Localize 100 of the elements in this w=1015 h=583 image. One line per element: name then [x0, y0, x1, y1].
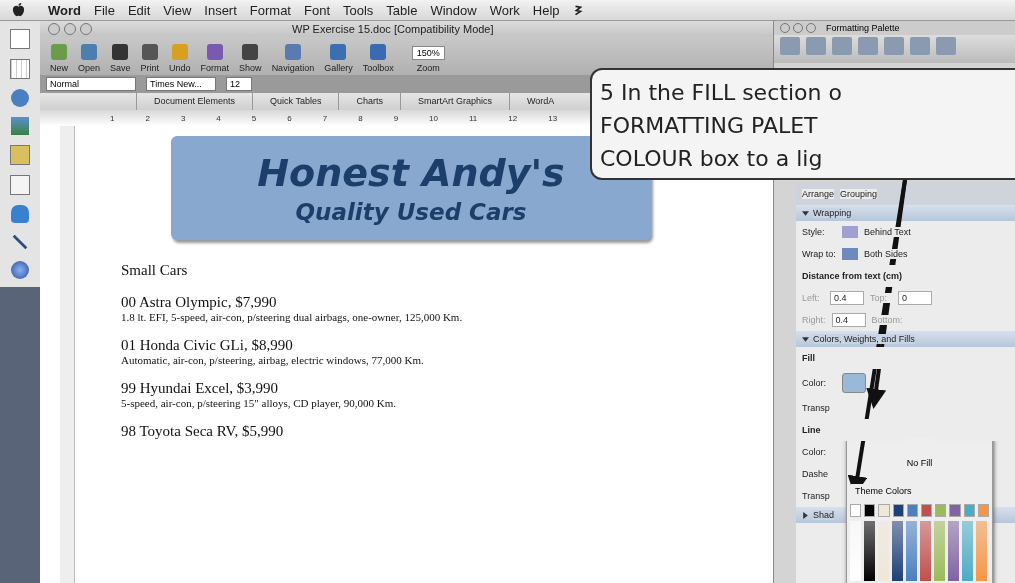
zoom-field[interactable]: 150%	[411, 46, 445, 60]
color-swatch[interactable]	[892, 504, 904, 517]
zoom-button[interactable]	[806, 23, 816, 33]
select-tool-icon[interactable]	[10, 29, 30, 49]
toolbar-button[interactable]: Open	[76, 44, 103, 73]
ruler-number: 1	[110, 113, 115, 123]
menu-item[interactable]: Insert	[204, 2, 237, 18]
menu-item[interactable]: Format	[249, 2, 291, 18]
fill-color-button[interactable]	[842, 373, 866, 393]
color-shade-column[interactable]	[934, 521, 945, 581]
grid-tool-icon[interactable]	[10, 59, 30, 79]
color-swatch[interactable]	[963, 504, 975, 517]
dashes-label: Dashe	[802, 469, 828, 479]
section-header[interactable]: Colors, Weights, and Fills	[796, 331, 1015, 347]
color-swatch[interactable]	[949, 504, 961, 517]
color-shade-column[interactable]	[906, 521, 917, 581]
picture-tool-icon[interactable]	[11, 117, 29, 135]
minimize-button[interactable]	[793, 23, 803, 33]
apple-icon[interactable]	[12, 2, 25, 18]
top-field[interactable]: 0	[898, 291, 932, 305]
color-shade-column[interactable]	[920, 521, 931, 581]
arrange-label[interactable]: Arrange	[802, 189, 835, 199]
textbox-tool-icon[interactable]	[10, 175, 30, 195]
line-tool-icon[interactable]	[11, 233, 29, 251]
banner-subtitle: Quality Used Cars	[295, 199, 527, 225]
toolbar-button[interactable]: Save	[108, 44, 133, 73]
wrap-to-value[interactable]: Both Sides	[864, 249, 908, 259]
menu-item[interactable]: Help	[532, 2, 560, 18]
listing-title: 99 Hyundai Excel, $3,990	[121, 380, 280, 397]
ruler-number: 13	[548, 113, 558, 123]
color-swatch[interactable]	[921, 504, 933, 517]
wrap-style-value[interactable]: Behind Text	[864, 227, 911, 237]
color-shade-column[interactable]	[948, 521, 959, 581]
toolbar-button[interactable]: Show	[237, 44, 264, 73]
right-field[interactable]: 0.4	[831, 313, 866, 327]
menu-item[interactable]: View	[163, 2, 192, 18]
toolbar-icon	[206, 44, 223, 60]
color-swatch[interactable]	[935, 504, 947, 517]
color-swatch[interactable]	[864, 504, 876, 517]
color-shade-column[interactable]	[864, 521, 875, 581]
style-dropdown[interactable]: Normal	[46, 77, 136, 91]
toolbar-button[interactable]: Gallery	[322, 44, 355, 73]
sphere-tool-icon[interactable]	[11, 261, 29, 279]
menu-item[interactable]: Word	[48, 2, 81, 18]
menu-item[interactable]: Window	[430, 2, 477, 18]
toolbar-button[interactable]: Toolbox	[360, 44, 396, 73]
line-color-label: Color:	[802, 447, 826, 457]
minimize-button[interactable]	[64, 23, 76, 35]
wrap-sides-icon	[842, 248, 858, 260]
menu-item[interactable]: Tools	[343, 2, 374, 18]
close-button[interactable]	[48, 23, 60, 35]
ruler-number: 12	[508, 113, 518, 123]
toolbar-button[interactable]: Undo	[167, 44, 193, 73]
color-swatch[interactable]	[977, 504, 990, 517]
table-tool-icon[interactable]	[10, 145, 30, 165]
circle-tool-icon[interactable]	[11, 89, 29, 107]
ruler-number: 7	[322, 113, 328, 123]
font-dropdown[interactable]: Times New...	[146, 77, 216, 91]
color-swatch[interactable]	[878, 504, 890, 517]
toolbar-icon	[51, 44, 67, 60]
toolbar-button[interactable]: New	[48, 44, 70, 73]
left-field[interactable]: 0.4	[830, 291, 864, 305]
color-swatch[interactable]	[906, 504, 918, 517]
color-shade-column[interactable]	[976, 521, 987, 581]
toolbar-button[interactable]: Navigation	[269, 44, 317, 73]
line-label: Line	[802, 425, 821, 435]
color-swatch[interactable]	[850, 504, 862, 517]
zoom-button[interactable]	[80, 23, 92, 35]
banner-title: Honest Andy's	[257, 151, 565, 195]
menu-item[interactable]: Edit	[127, 2, 151, 18]
color-shade-column[interactable]	[962, 521, 973, 581]
right-label: Right:	[802, 315, 826, 325]
grouping-label[interactable]: Grouping	[840, 189, 878, 199]
menu-item[interactable]: Font	[304, 2, 330, 18]
disclosure-triangle-icon[interactable]	[802, 511, 809, 519]
menu-item[interactable]: Work	[489, 2, 520, 18]
zoom-label: Zoom	[416, 63, 440, 73]
toolbar-icon	[141, 44, 158, 60]
section-header[interactable]: Wrapping	[796, 205, 1015, 221]
listing-title: 01 Honda Civic GLi, $8,990	[121, 337, 294, 354]
font-size-field[interactable]: 12	[226, 77, 252, 91]
toolbar-button[interactable]: Print	[138, 44, 162, 73]
listing-title: 98 Toyota Seca RV, $5,990	[121, 423, 285, 440]
menu-item[interactable]: File	[94, 2, 115, 18]
shape-tool-icon[interactable]	[11, 205, 29, 223]
top-label: Top:	[870, 293, 892, 303]
palette-title: Formatting Palette	[826, 23, 900, 33]
toolbar-button[interactable]: Format	[198, 44, 232, 73]
toolbar-icon	[171, 44, 188, 60]
transparency-label: Transp	[802, 491, 830, 501]
menu-item[interactable]: Table	[386, 2, 418, 18]
close-button[interactable]	[780, 23, 790, 33]
disclosure-triangle-icon[interactable]	[802, 335, 809, 343]
script-icon[interactable]	[572, 3, 583, 17]
color-shade-column[interactable]	[892, 521, 903, 581]
bottom-label: Bottom:	[871, 315, 903, 325]
toolbar-icon	[330, 44, 347, 60]
toolbar-icon	[370, 44, 387, 60]
ruler-number: 4	[216, 113, 221, 123]
disclosure-triangle-icon[interactable]	[802, 209, 809, 217]
